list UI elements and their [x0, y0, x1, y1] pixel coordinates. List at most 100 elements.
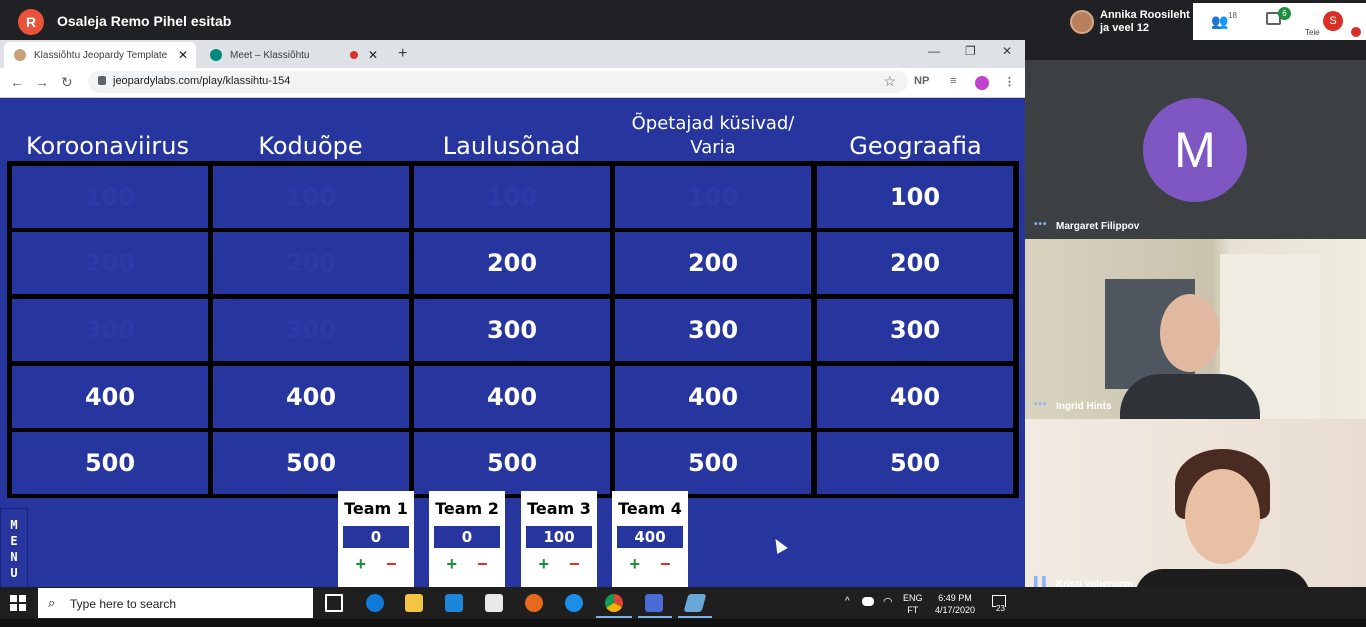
question-cell[interactable]: 200: [414, 232, 610, 294]
bookmark-star-icon[interactable]: ☆: [883, 73, 896, 90]
store-icon[interactable]: [485, 594, 503, 612]
question-cell[interactable]: 100: [414, 166, 610, 228]
add-points-button[interactable]: +: [629, 554, 640, 574]
skype-icon[interactable]: [565, 594, 583, 612]
profile-icon[interactable]: [975, 76, 989, 90]
self-avatar[interactable]: S: [1323, 11, 1343, 31]
lock-icon: [98, 76, 106, 85]
menu-button[interactable]: MENU: [0, 508, 28, 587]
menu-letter: E: [10, 534, 18, 548]
add-points-button[interactable]: +: [446, 554, 457, 574]
question-cell[interactable]: 500: [414, 432, 610, 494]
close-icon[interactable]: ✕: [176, 48, 190, 62]
mail-icon[interactable]: [445, 594, 463, 612]
category-header: Koduõpe: [258, 132, 363, 160]
tab-meet[interactable]: Meet – Klassiõhtu ✕: [200, 42, 386, 68]
question-cell[interactable]: 100: [817, 166, 1013, 228]
team-name: Team 3: [527, 499, 591, 518]
subtract-points-button[interactable]: −: [386, 554, 397, 574]
tab-jeopardy[interactable]: Klassiõhtu Jeopardy Template ✕: [4, 42, 196, 68]
app-icon[interactable]: [683, 594, 707, 612]
question-cell[interactable]: 400: [414, 366, 610, 428]
question-cell[interactable]: 300: [414, 299, 610, 361]
language-indicator[interactable]: ENG FT: [903, 592, 923, 616]
question-cell[interactable]: 200: [12, 232, 208, 294]
notification-count: 23: [996, 603, 1005, 615]
active-app-indicator: [678, 616, 712, 618]
extension-np[interactable]: NP: [914, 75, 929, 87]
people-icon[interactable]: 👥: [1211, 13, 1228, 30]
jeopardy-board: 100 100 100 100 100 200 200 200 200 200 300 300 300 3…: [7, 161, 1019, 498]
question-cell[interactable]: 400: [12, 366, 208, 428]
question-cell[interactable]: 500: [213, 432, 409, 494]
minimize-icon[interactable]: —: [928, 44, 940, 58]
windows-start-icon[interactable]: [10, 595, 26, 611]
pinned-name: Annika Roosileht: [1100, 8, 1190, 21]
participant-tile[interactable]: ▌▌ Kristi Vahenurm: [1025, 419, 1366, 597]
team-name: Team 4: [618, 499, 682, 518]
back-icon[interactable]: ←: [10, 74, 24, 90]
reload-icon[interactable]: ↻: [61, 74, 73, 91]
question-cell[interactable]: 200: [615, 232, 811, 294]
task-view-icon[interactable]: [325, 594, 343, 612]
taskbar-search-input[interactable]: ⌕ Type here to search: [38, 588, 313, 618]
audio-level-icon: •••: [1034, 399, 1048, 410]
playlist-icon[interactable]: ≡: [950, 75, 956, 87]
add-points-button[interactable]: +: [355, 554, 366, 574]
browser-toolbar: ← → ↻ jeopardylabs.com/play/klassihtu-15…: [0, 68, 1025, 98]
close-icon[interactable]: ✕: [366, 48, 380, 62]
pinned-participant[interactable]: Annika Roosileht ja veel 12: [1063, 3, 1193, 40]
question-cell[interactable]: 100: [12, 166, 208, 228]
wifi-icon[interactable]: ◠: [883, 596, 893, 608]
question-cell[interactable]: 400: [213, 366, 409, 428]
subtract-points-button[interactable]: −: [660, 554, 671, 574]
presenter-title: Osaleja Remo Pihel esitab: [57, 13, 232, 29]
recording-icon: [350, 51, 358, 59]
add-points-button[interactable]: +: [538, 554, 549, 574]
clock-time: 6:49 PM: [938, 593, 972, 603]
question-cell[interactable]: 300: [615, 299, 811, 361]
tray-chevron-icon[interactable]: ^: [845, 596, 850, 608]
address-bar[interactable]: jeopardylabs.com/play/klassihtu-154 ☆: [88, 71, 908, 93]
participant-tile[interactable]: M ••• Margaret Filippov: [1025, 60, 1366, 239]
question-cell[interactable]: 500: [615, 432, 811, 494]
team-score: 100: [526, 526, 592, 548]
question-cell[interactable]: 400: [817, 366, 1013, 428]
active-app-indicator: [638, 616, 672, 618]
question-cell[interactable]: 200: [213, 232, 409, 294]
firefox-icon[interactable]: [525, 594, 543, 612]
restore-icon[interactable]: ❐: [965, 44, 976, 58]
question-cell[interactable]: 400: [615, 366, 811, 428]
question-cell[interactable]: 300: [817, 299, 1013, 361]
participant-tile[interactable]: ••• Ingrid Hints: [1025, 239, 1366, 419]
question-cell[interactable]: 300: [213, 299, 409, 361]
question-cell[interactable]: 100: [213, 166, 409, 228]
new-tab-button[interactable]: +: [398, 45, 407, 63]
language-code: ENG: [903, 593, 923, 603]
menu-letter: M: [10, 518, 18, 532]
mic-off-icon: [1351, 27, 1361, 37]
menu-letter: U: [10, 566, 18, 580]
forward-icon[interactable]: →: [35, 74, 49, 90]
onedrive-icon[interactable]: [862, 597, 874, 606]
clock[interactable]: 6:49 PM 4/17/2020: [930, 592, 980, 616]
close-window-icon[interactable]: ✕: [1002, 44, 1012, 58]
discord-icon[interactable]: [645, 594, 663, 612]
team-name: Team 2: [435, 499, 499, 518]
question-cell[interactable]: 100: [615, 166, 811, 228]
category-header: Õpetajad küsivad/ Varia: [631, 113, 795, 158]
search-placeholder: Type here to search: [70, 597, 177, 611]
team-score: 0: [434, 526, 500, 548]
jeopardy-page: Koroonaviirus Koduõpe Laulusõnad Õpetaja…: [0, 98, 1025, 587]
meet-top-bar: R Osaleja Remo Pihel esitab Annika Roosi…: [0, 3, 1366, 40]
question-cell[interactable]: 300: [12, 299, 208, 361]
subtract-points-button[interactable]: −: [477, 554, 488, 574]
subtract-points-button[interactable]: −: [569, 554, 580, 574]
file-explorer-icon[interactable]: [405, 594, 423, 612]
question-cell[interactable]: 200: [817, 232, 1013, 294]
question-cell[interactable]: 500: [12, 432, 208, 494]
chrome-icon[interactable]: [605, 594, 623, 612]
menu-dots-icon[interactable]: ⋮: [1004, 75, 1015, 88]
edge-icon[interactable]: [366, 594, 384, 612]
question-cell[interactable]: 500: [817, 432, 1013, 494]
